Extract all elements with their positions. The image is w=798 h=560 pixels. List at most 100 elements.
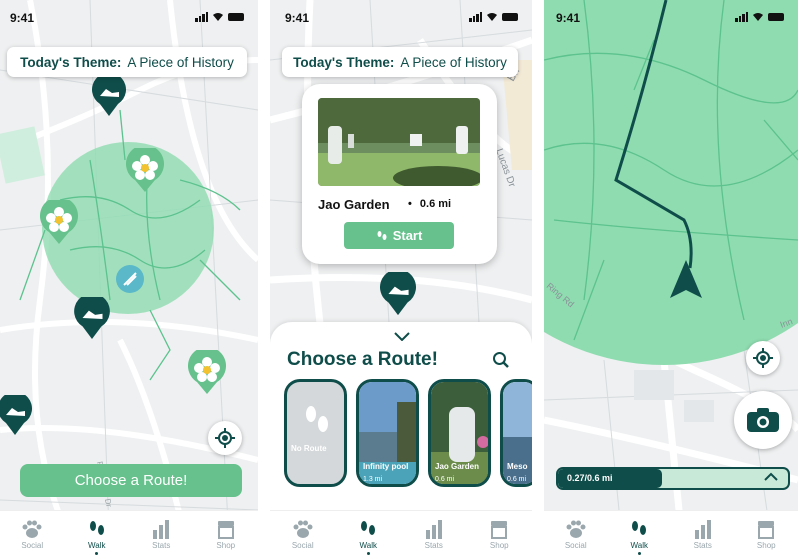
bar-chart-icon bbox=[694, 520, 711, 539]
route-card[interactable]: Jao Garden 0.6 mi bbox=[428, 379, 491, 487]
status-time: 9:41 bbox=[10, 11, 35, 25]
theme-label: Today's Theme: bbox=[293, 54, 395, 70]
progress-text: 0.27/0.6 mi bbox=[567, 473, 613, 483]
recenter-button[interactable] bbox=[208, 421, 242, 455]
search-icon[interactable] bbox=[492, 351, 510, 369]
screen-explore: Park View Dr 9:41 Today's Theme: A Piece… bbox=[0, 0, 258, 560]
nav-label: Social bbox=[564, 541, 587, 550]
nav-label: Walk bbox=[88, 541, 106, 550]
start-button[interactable]: Start bbox=[344, 222, 454, 249]
route-card-none[interactable]: No Route bbox=[284, 379, 347, 487]
bar-chart-icon bbox=[425, 520, 442, 539]
nav-item-stats[interactable]: Stats bbox=[136, 519, 186, 550]
flower-marker[interactable] bbox=[40, 200, 78, 244]
footprints-icon bbox=[89, 521, 104, 535]
user-location-marker bbox=[116, 265, 144, 293]
footprints-icon bbox=[632, 521, 647, 535]
wifi-icon bbox=[753, 13, 763, 21]
active-indicator bbox=[366, 552, 370, 555]
footprints-icon bbox=[306, 406, 328, 432]
crosshair-icon bbox=[215, 428, 235, 448]
shoe-marker[interactable] bbox=[380, 272, 416, 316]
paw-icon bbox=[566, 520, 586, 538]
nav-label: Social bbox=[291, 541, 314, 550]
route-distance: 0.6 mi bbox=[435, 476, 455, 483]
status-bar: 9:41 bbox=[544, 0, 798, 34]
status-time: 9:41 bbox=[285, 11, 310, 25]
screen-active-walk: Ring Rd Inn 9:41 0.27/0.6 mi Social Walk… bbox=[544, 0, 798, 560]
crosshair-icon bbox=[753, 348, 773, 368]
place-distance: • 0.6 mi bbox=[408, 198, 451, 210]
camera-button[interactable] bbox=[734, 391, 792, 449]
separator-dot: • bbox=[408, 198, 412, 210]
route-card[interactable]: Infinity pool 1.3 mi bbox=[356, 379, 419, 487]
theme-banner: Today's Theme: A Piece of History bbox=[282, 47, 518, 77]
theme-value: A Piece of History bbox=[400, 54, 507, 70]
nav-item-social[interactable]: Social bbox=[551, 519, 601, 550]
nav-item-walk[interactable]: Walk bbox=[343, 519, 393, 555]
route-card[interactable]: Meso 0.6 mi bbox=[500, 379, 532, 487]
nav-label: Shop bbox=[489, 541, 509, 550]
nav-item-shop[interactable]: Shop bbox=[201, 519, 251, 550]
signal-icon bbox=[735, 12, 748, 22]
sheet-title: Choose a Route! bbox=[287, 349, 438, 370]
wifi-icon bbox=[487, 13, 497, 21]
route-name: No Route bbox=[291, 444, 327, 453]
route-name: Jao Garden bbox=[435, 462, 480, 471]
flower-marker[interactable] bbox=[188, 350, 226, 394]
active-indicator bbox=[637, 552, 641, 555]
choose-route-button[interactable]: Choose a Route! bbox=[20, 464, 242, 497]
nav-item-walk[interactable]: Walk bbox=[614, 519, 664, 555]
status-bar: 9:41 bbox=[0, 0, 258, 34]
nav-label: Walk bbox=[359, 541, 377, 550]
screen-route-detail: Bri Lucas Dr 9:41 Today's Theme: A Piece… bbox=[270, 0, 532, 560]
battery-icon bbox=[228, 13, 244, 21]
recenter-button[interactable] bbox=[746, 341, 780, 375]
route-name: Meso bbox=[507, 462, 528, 471]
place-name: Jao Garden bbox=[318, 197, 390, 212]
nav-item-shop[interactable]: Shop bbox=[474, 519, 524, 550]
nav-item-social[interactable]: Social bbox=[278, 519, 328, 550]
shoe-marker[interactable] bbox=[0, 395, 32, 435]
bottom-nav: Social Walk Stats Shop bbox=[0, 510, 258, 560]
battery-icon bbox=[502, 13, 518, 21]
shoe-marker[interactable] bbox=[74, 297, 110, 339]
nav-item-stats[interactable]: Stats bbox=[409, 519, 459, 550]
signal-icon bbox=[195, 12, 208, 22]
bottom-nav: Social Walk Stats Shop bbox=[544, 510, 798, 560]
nav-label: Shop bbox=[216, 541, 236, 550]
theme-value: A Piece of History bbox=[127, 54, 234, 70]
place-distance-value: 0.6 mi bbox=[419, 198, 452, 210]
wifi-icon bbox=[213, 13, 223, 21]
nav-item-stats[interactable]: Stats bbox=[678, 519, 728, 550]
theme-label: Today's Theme: bbox=[20, 54, 122, 70]
nav-label: Social bbox=[21, 541, 44, 550]
theme-banner: Today's Theme: A Piece of History bbox=[7, 47, 247, 77]
route-name: Infinity pool bbox=[363, 462, 409, 471]
nav-item-walk[interactable]: Walk bbox=[72, 519, 122, 555]
chevron-down-icon[interactable] bbox=[394, 332, 410, 341]
flower-marker[interactable] bbox=[126, 148, 164, 192]
camera-icon bbox=[747, 408, 779, 432]
footprints-icon bbox=[361, 521, 376, 535]
bar-chart-icon bbox=[153, 520, 170, 539]
chevron-up-icon[interactable] bbox=[764, 472, 778, 482]
nav-label: Stats bbox=[424, 541, 443, 550]
paw-icon bbox=[22, 520, 42, 538]
place-card: Jao Garden • 0.6 mi Start bbox=[302, 84, 497, 264]
route-distance: 0.6 mi bbox=[507, 476, 527, 483]
start-label: Start bbox=[392, 228, 423, 243]
signal-icon bbox=[469, 12, 482, 22]
nav-label: Stats bbox=[152, 541, 171, 550]
status-time: 9:41 bbox=[556, 11, 581, 25]
bottom-nav: Social Walk Stats Shop bbox=[270, 510, 532, 560]
storefront-icon bbox=[217, 521, 234, 539]
shoe-marker[interactable] bbox=[92, 76, 126, 116]
active-indicator bbox=[95, 552, 99, 555]
status-bar: 9:41 bbox=[270, 0, 532, 34]
place-photo bbox=[318, 98, 480, 186]
nav-item-social[interactable]: Social bbox=[7, 519, 57, 550]
footprints-icon bbox=[377, 230, 387, 240]
nav-item-shop[interactable]: Shop bbox=[741, 519, 791, 550]
walk-progress[interactable]: 0.27/0.6 mi bbox=[556, 467, 790, 490]
